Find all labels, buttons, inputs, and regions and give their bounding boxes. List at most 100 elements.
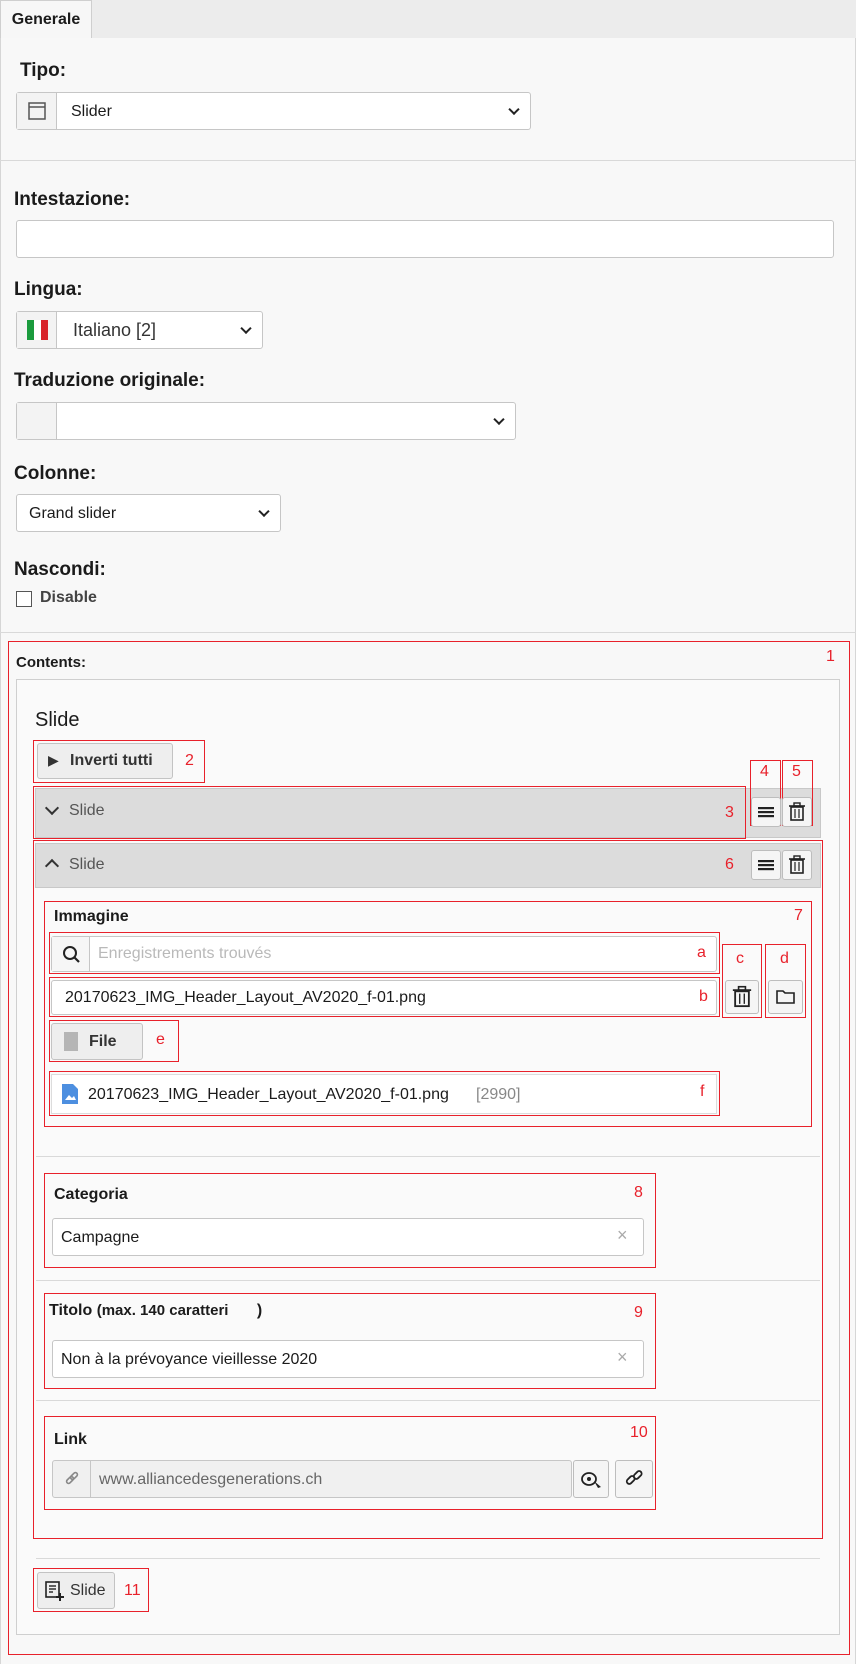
search-icon — [52, 937, 90, 971]
chevron-down-icon — [493, 413, 505, 426]
image-file-icon — [62, 1084, 78, 1109]
chevron-down-icon — [258, 505, 270, 518]
search-placeholder: Enregistrements trouvés — [98, 945, 272, 962]
titolo-label: Titolo (max. 140 caratteri ) — [49, 1302, 262, 1320]
remove-file-button[interactable] — [725, 980, 759, 1014]
file-upload-button[interactable]: File — [51, 1023, 143, 1060]
delete-button[interactable] — [782, 850, 812, 880]
add-slide-button[interactable]: Slide — [37, 1572, 115, 1609]
section-title: Slide — [35, 709, 80, 731]
clear-icon[interactable]: × — [617, 1225, 628, 1246]
empty-addon — [17, 403, 57, 439]
link-label: Link — [54, 1431, 87, 1448]
annotation-number-2: 2 — [185, 752, 194, 769]
chain-link-icon — [625, 1470, 643, 1485]
intestazione-label: Intestazione: — [14, 189, 131, 210]
file-ref-name: 20170623_IMG_Header_Layout_AV2020_f-01.p… — [88, 1086, 449, 1103]
selected-file-name: 20170623_IMG_Header_Layout_AV2020_f-01.p… — [65, 989, 426, 1006]
divider — [36, 1280, 820, 1281]
colonne-label: Colonne: — [14, 463, 97, 484]
titolo-hint-close: ) — [256, 1302, 263, 1319]
drag-handle-button[interactable] — [751, 850, 781, 880]
annotation-number-10: 10 — [630, 1424, 648, 1441]
categoria-label: Categoria — [54, 1186, 128, 1203]
file-icon — [64, 1032, 78, 1051]
categoria-value: Campagne — [61, 1229, 140, 1246]
file-button-label: File — [89, 1033, 117, 1050]
titolo-label-text: Titolo — [49, 1302, 93, 1319]
add-slide-label: Slide — [70, 1582, 106, 1599]
chevron-down-icon — [240, 322, 252, 335]
divider — [36, 1400, 820, 1401]
annotation-number-3: 3 — [725, 804, 734, 821]
toggle-all-label: Inverti tutti — [70, 752, 153, 769]
tab-generale[interactable]: Generale — [0, 0, 92, 39]
annotation-number-8: 8 — [634, 1184, 643, 1201]
toggle-all-button[interactable]: ▶ Inverti tutti — [37, 743, 173, 779]
tipo-label: Tipo: — [20, 60, 67, 81]
link-browser-button[interactable] — [573, 1460, 609, 1498]
annotation-number-d: d — [780, 950, 789, 967]
annotation-number-7: 7 — [794, 907, 803, 924]
file-ref-uid: [2990] — [476, 1086, 521, 1103]
lingua-label: Lingua: — [14, 279, 83, 300]
annotation-number-b: b — [699, 988, 708, 1005]
nascondi-label: Nascondi: — [14, 559, 106, 580]
tab-bar — [0, 0, 856, 39]
play-icon: ▶ — [48, 752, 59, 768]
intestazione-input[interactable] — [16, 220, 834, 258]
titolo-input[interactable]: Non à la prévoyance vieillesse 2020 × — [52, 1340, 644, 1378]
annotation-number-6: 6 — [725, 856, 734, 873]
image-search-input[interactable]: Enregistrements trouvés — [51, 936, 717, 972]
traduzione-label: Traduzione originale: — [14, 370, 206, 391]
link-value: www.alliancedesgenerations.ch — [99, 1471, 323, 1488]
annotation-box-3 — [33, 786, 746, 839]
annotation-number-4: 4 — [760, 763, 769, 780]
annotation-number-c: c — [736, 950, 744, 967]
disable-label: Disable — [40, 589, 97, 606]
annotation-number-11: 11 — [124, 1582, 141, 1599]
divider — [0, 160, 856, 161]
drag-handle-button[interactable] — [751, 797, 781, 827]
link-browser-icon — [581, 1472, 601, 1488]
content-type-icon — [17, 93, 57, 129]
link-icon — [53, 1461, 91, 1497]
categoria-input[interactable]: Campagne × — [52, 1218, 644, 1256]
add-record-icon — [45, 1581, 65, 1606]
selected-file-field[interactable]: 20170623_IMG_Header_Layout_AV2020_f-01.p… — [51, 980, 717, 1015]
italy-flag-icon — [17, 312, 57, 348]
tipo-select[interactable]: Slider — [16, 92, 531, 130]
browse-folder-button[interactable] — [768, 980, 803, 1014]
disable-checkbox[interactable] — [16, 591, 32, 607]
divider — [0, 632, 856, 633]
colonne-select[interactable]: Grand slider — [16, 494, 281, 532]
lingua-select[interactable]: Italiano [2] — [16, 311, 263, 349]
folder-icon — [776, 990, 795, 1004]
annotation-number-5: 5 — [792, 763, 801, 780]
annotation-number-e: e — [156, 1031, 165, 1048]
lingua-value: Italiano [2] — [73, 320, 157, 340]
traduzione-select[interactable] — [16, 402, 516, 440]
contents-label: Contents: — [16, 654, 86, 671]
clear-icon[interactable]: × — [617, 1347, 628, 1368]
expanded-item-title: Slide — [69, 856, 105, 873]
image-label: Immagine — [54, 908, 129, 925]
titolo-value: Non à la prévoyance vieillesse 2020 — [61, 1351, 318, 1368]
unlink-button[interactable] — [615, 1460, 653, 1498]
trash-icon — [732, 985, 752, 1008]
trash-icon — [789, 855, 805, 874]
tipo-value: Slider — [71, 103, 112, 120]
divider — [36, 1558, 820, 1559]
annotation-number-9: 9 — [634, 1304, 643, 1321]
chevron-down-icon — [508, 103, 520, 116]
delete-button[interactable] — [782, 797, 812, 827]
annotation-number-1: 1 — [826, 648, 835, 665]
colonne-value: Grand slider — [29, 505, 117, 522]
divider — [36, 1156, 820, 1157]
collapsed-item-title: Slide — [69, 802, 105, 819]
link-input[interactable]: www.alliancedesgenerations.ch — [52, 1460, 572, 1498]
trash-icon — [789, 802, 805, 821]
file-reference[interactable]: 20170623_IMG_Header_Layout_AV2020_f-01.p… — [51, 1074, 717, 1114]
annotation-number-a: a — [697, 944, 706, 961]
titolo-hint: (max. 140 caratteri — [96, 1302, 229, 1319]
